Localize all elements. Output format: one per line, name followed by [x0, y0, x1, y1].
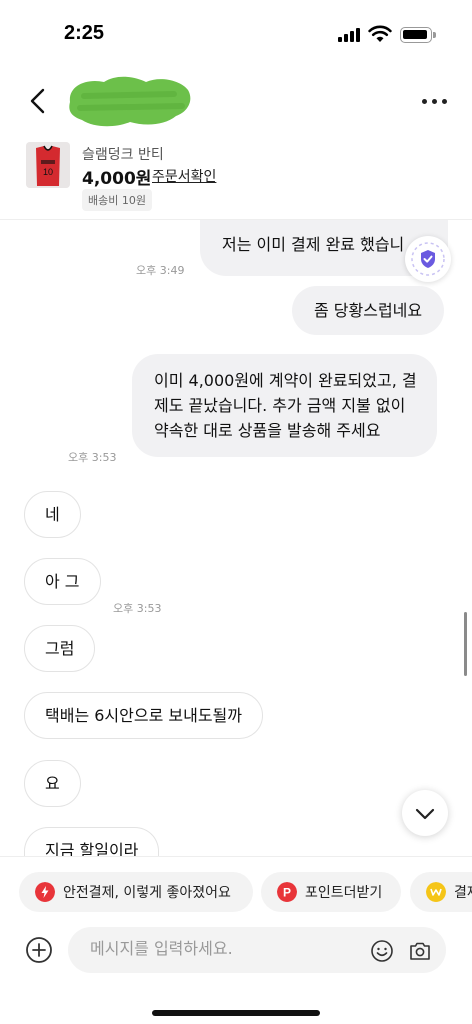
message-text: 저는 이미 결제 완료 했습니	[222, 235, 405, 254]
svg-text:10: 10	[43, 167, 53, 177]
product-thumbnail[interactable]: 10	[26, 142, 70, 188]
chat-header	[0, 70, 472, 132]
shield-check-icon	[411, 242, 445, 276]
quick-action-points[interactable]: P 포인트더받기	[261, 872, 401, 912]
order-confirm-link[interactable]: 주문서확인	[152, 166, 216, 186]
message-timestamp: 오후 3:53	[113, 602, 162, 615]
message-text: 제도 끝났습니다. 추가 금액 지불 없이	[154, 396, 406, 415]
message-text: 아 그	[45, 572, 80, 591]
message-text: 택배는 6시안으로 보내도될까	[45, 706, 242, 725]
points-icon: P	[277, 882, 297, 902]
message-text: 약속한 대로 상품을 발송해 주세요	[154, 421, 381, 440]
plus-icon[interactable]	[25, 936, 53, 964]
status-bar: 2:25	[0, 0, 472, 70]
quick-action-safe-payment[interactable]: 안전결제, 이렇게 좋아졌어요	[19, 872, 253, 912]
product-info[interactable]: 10 슬램덩크 반티 4,000원 주문서확인 배송비 10원	[0, 138, 472, 220]
message-bubble-received: 택배는 6시안으로 보내도될까	[24, 692, 263, 739]
lightning-icon	[35, 882, 55, 902]
back-arrow-icon[interactable]	[24, 86, 52, 116]
quick-action-bar: 안전결제, 이렇게 좋아졌어요 P 포인트더받기 결제	[0, 856, 472, 926]
svg-text:P: P	[283, 886, 291, 900]
chevron-down-icon	[415, 808, 435, 820]
safe-payment-badge[interactable]	[405, 236, 451, 282]
camera-icon[interactable]	[408, 939, 432, 963]
message-bubble-received: 지금 할일이라	[24, 827, 160, 856]
message-text: 요	[45, 774, 60, 793]
emoji-icon[interactable]	[370, 939, 394, 963]
message-input[interactable]	[90, 939, 360, 958]
signal-icon	[338, 28, 362, 42]
battery-cap	[433, 32, 436, 38]
chip-label: 안전결제, 이렇게 좋아졌어요	[63, 885, 231, 901]
message-bubble-sent: 이미 4,000원에 계약이 완료되었고, 결 제도 끝났습니다. 추가 금액 …	[132, 354, 437, 457]
message-timestamp: 오후 3:49	[136, 264, 185, 277]
scrollbar[interactable]	[464, 612, 467, 676]
redacted-username	[69, 76, 191, 127]
wifi-icon	[368, 25, 392, 42]
message-text: 이미 4,000원에 계약이 완료되었고, 결	[154, 371, 417, 390]
battery-icon	[400, 27, 432, 43]
message-input-container[interactable]	[68, 927, 446, 973]
message-text: 그럼	[45, 639, 75, 658]
jersey-image: 10	[26, 142, 70, 188]
chip-label: 포인트더받기	[305, 885, 383, 901]
quick-action-payment[interactable]: 결제	[410, 872, 472, 912]
scroll-to-bottom-button[interactable]	[402, 790, 448, 836]
message-bubble-received: 아 그	[24, 558, 101, 605]
product-name: 슬램덩크 반티	[82, 147, 164, 163]
message-composer	[0, 926, 472, 1024]
home-indicator	[152, 1010, 320, 1016]
chip-label: 결제	[454, 885, 472, 901]
won-icon	[426, 882, 446, 902]
message-bubble-received: 그럼	[24, 625, 96, 672]
message-text: 네	[45, 505, 60, 524]
message-bubble-sent: 좀 당황스럽네요	[292, 286, 445, 335]
product-price: 4,000원	[82, 169, 152, 189]
message-timestamp: 오후 3:53	[68, 451, 117, 464]
status-time: 2:25	[64, 22, 105, 44]
shipping-fee-badge: 배송비 10원	[82, 189, 152, 211]
message-bubble-received: 네	[24, 491, 81, 538]
message-text: 지금 할일이라	[45, 841, 139, 856]
message-text: 좀 당황스럽네요	[314, 301, 423, 320]
more-options-icon[interactable]	[420, 92, 450, 110]
message-bubble-received: 요	[24, 760, 81, 807]
